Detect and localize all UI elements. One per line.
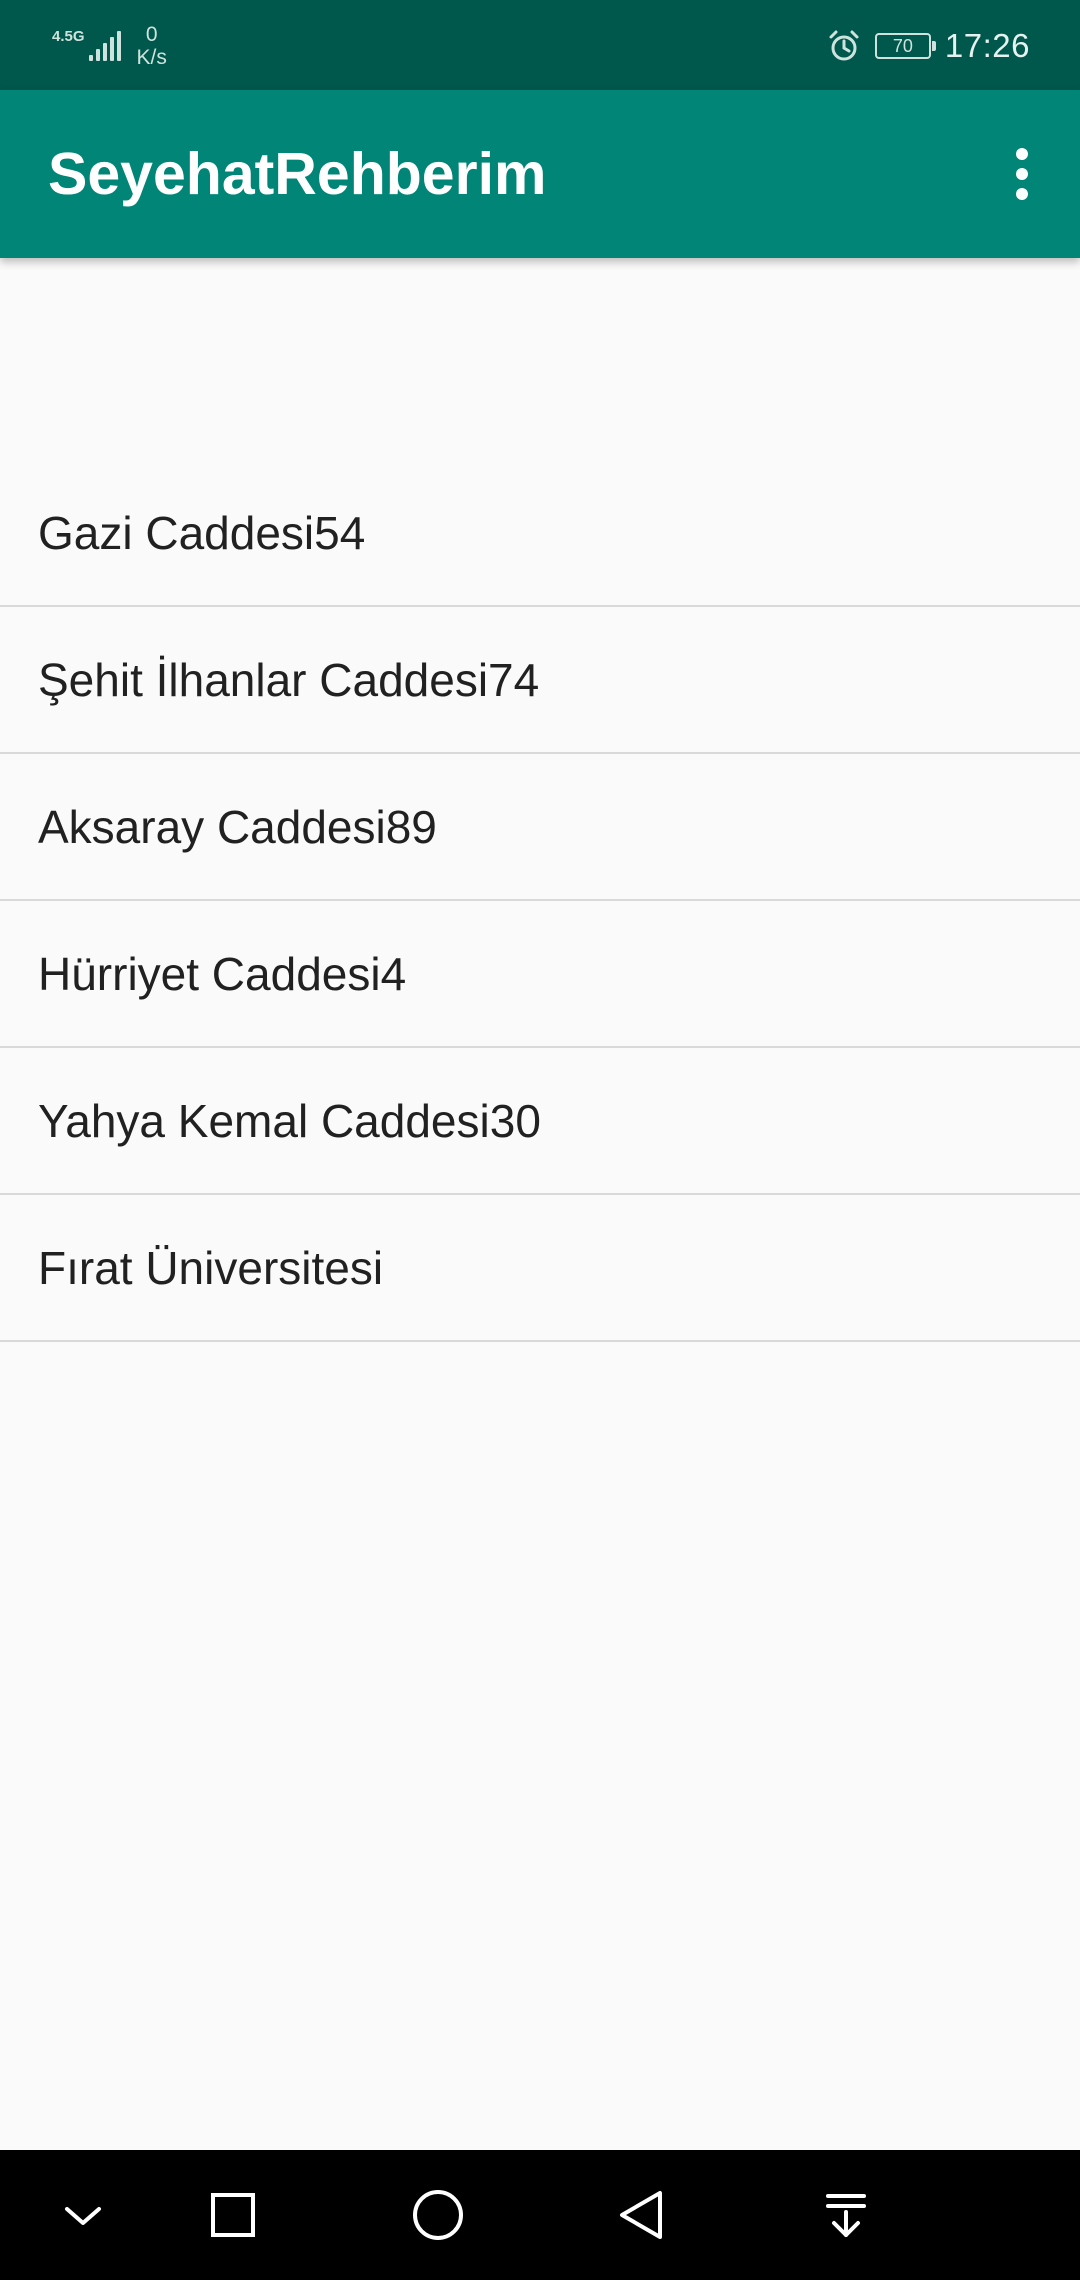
menu-dot: [1016, 148, 1028, 160]
menu-dot: [1016, 188, 1028, 200]
list-item-label: Aksaray Caddesi89: [38, 800, 437, 853]
home-icon[interactable]: [398, 2175, 478, 2255]
list-item[interactable]: Yahya Kemal Caddesi30: [0, 1048, 1080, 1195]
list-item[interactable]: Fırat Üniversitesi: [0, 1195, 1080, 1342]
network-speed: 0 K/s: [137, 23, 167, 69]
recents-icon[interactable]: [193, 2175, 273, 2255]
back-icon[interactable]: [602, 2175, 682, 2255]
status-left: 4.5G 0 K/s: [52, 16, 167, 76]
list-item[interactable]: Gazi Caddesi54: [0, 460, 1080, 607]
list-item-label: Hürriyet Caddesi4: [38, 947, 407, 1000]
navigation-bar: [0, 2150, 1080, 2280]
screen: 4.5G 0 K/s 70 17:26 SeyehatRehberim Gazi…: [0, 0, 1080, 2280]
network-type: 4.5G: [52, 27, 85, 45]
place-list: Gazi Caddesi54 Şehit İlhanlar Caddesi74 …: [0, 460, 1080, 1342]
battery-level: 70: [892, 35, 913, 56]
list-item-label: Gazi Caddesi54: [38, 506, 366, 559]
notification-pulldown-icon[interactable]: [806, 2175, 886, 2255]
status-bar: 4.5G 0 K/s 70 17:26: [0, 0, 1080, 90]
network-speed-value: 0: [145, 22, 158, 46]
status-right: 70 17:26: [827, 20, 1030, 72]
menu-dot: [1016, 168, 1028, 180]
app-title: SeyehatRehberim: [48, 141, 547, 207]
list-item-label: Yahya Kemal Caddesi30: [38, 1094, 541, 1147]
signal-icon: [88, 31, 121, 61]
list-item[interactable]: Aksaray Caddesi89: [0, 754, 1080, 901]
overflow-menu-icon[interactable]: [986, 128, 1058, 220]
status-time: 17:26: [944, 27, 1030, 64]
list-item[interactable]: Şehit İlhanlar Caddesi74: [0, 607, 1080, 754]
alarm-icon: [827, 29, 861, 63]
list-item-label: Şehit İlhanlar Caddesi74: [38, 653, 540, 706]
list-item[interactable]: Hürriyet Caddesi4: [0, 901, 1080, 1048]
collapse-icon[interactable]: [43, 2175, 123, 2255]
list-item-label: Fırat Üniversitesi: [38, 1241, 384, 1294]
app-bar: SeyehatRehberim: [0, 90, 1080, 258]
network-speed-unit: K/s: [136, 46, 167, 69]
battery-icon: 70: [874, 33, 936, 59]
